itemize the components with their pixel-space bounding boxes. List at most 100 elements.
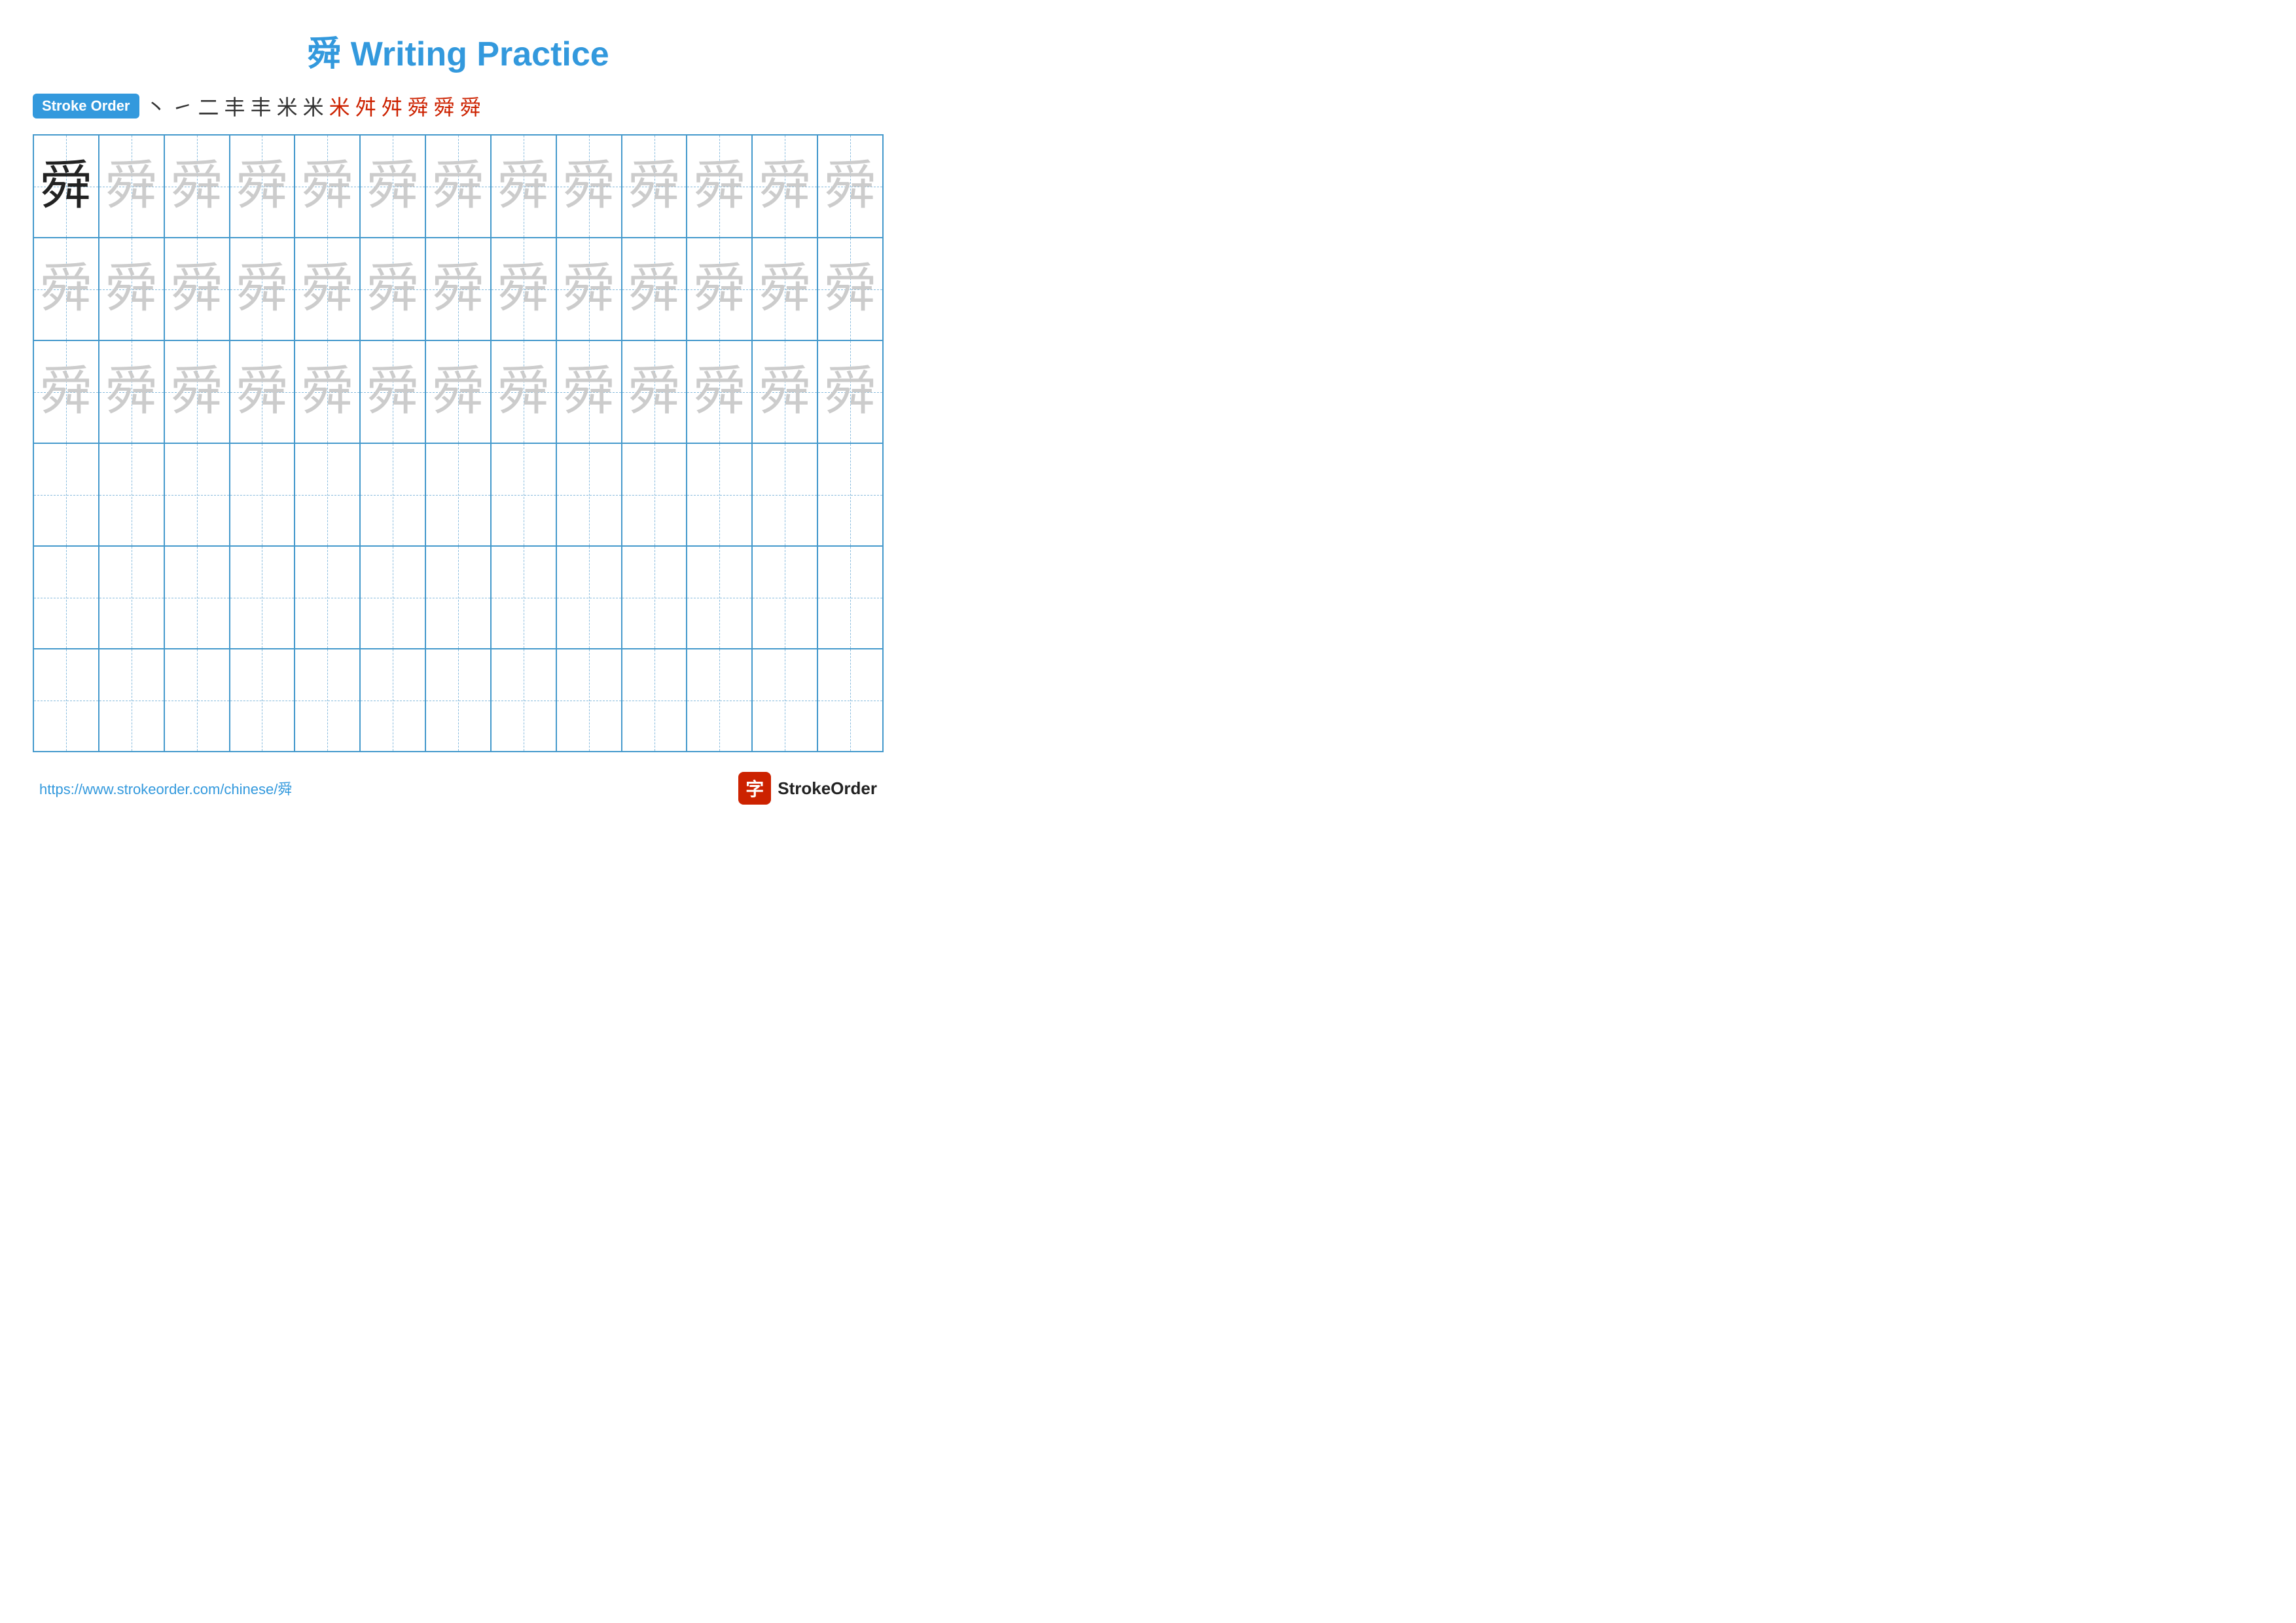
char-light: 舜 bbox=[171, 366, 223, 418]
stroke-4: 丰 bbox=[224, 91, 245, 121]
grid-cell-3-9[interactable]: 舜 bbox=[557, 341, 622, 443]
grid-cell-5-11[interactable] bbox=[687, 547, 753, 648]
stroke-2: ㇀ bbox=[172, 91, 193, 121]
grid-cell-6-4[interactable] bbox=[230, 649, 296, 751]
char-light: 舜 bbox=[563, 160, 615, 213]
grid-cell-1-1[interactable]: 舜 bbox=[34, 136, 99, 237]
stroke-1: 丶 bbox=[146, 91, 167, 121]
grid-cell-5-12[interactable] bbox=[753, 547, 818, 648]
grid-cell-3-1[interactable]: 舜 bbox=[34, 341, 99, 443]
grid-cell-4-8[interactable] bbox=[492, 444, 557, 545]
grid-cell-5-3[interactable] bbox=[165, 547, 230, 648]
grid-cell-4-9[interactable] bbox=[557, 444, 622, 545]
grid-cell-4-5[interactable] bbox=[295, 444, 361, 545]
grid-cell-6-1[interactable] bbox=[34, 649, 99, 751]
grid-cell-3-11[interactable]: 舜 bbox=[687, 341, 753, 443]
grid-cell-2-12[interactable]: 舜 bbox=[753, 238, 818, 340]
char-light: 舜 bbox=[628, 366, 681, 418]
grid-cell-4-3[interactable] bbox=[165, 444, 230, 545]
grid-cell-2-9[interactable]: 舜 bbox=[557, 238, 622, 340]
stroke-11: 舜 bbox=[408, 91, 429, 121]
grid-cell-3-8[interactable]: 舜 bbox=[492, 341, 557, 443]
grid-cell-2-13[interactable]: 舜 bbox=[818, 238, 882, 340]
grid-row-3: 舜 舜 舜 舜 舜 舜 舜 舜 舜 舜 舜 舜 舜 bbox=[34, 341, 882, 444]
grid-cell-1-5[interactable]: 舜 bbox=[295, 136, 361, 237]
brand-name: StrokeOrder bbox=[778, 778, 877, 799]
grid-cell-6-13[interactable] bbox=[818, 649, 882, 751]
grid-cell-5-9[interactable] bbox=[557, 547, 622, 648]
grid-cell-2-8[interactable]: 舜 bbox=[492, 238, 557, 340]
grid-cell-5-7[interactable] bbox=[426, 547, 492, 648]
grid-cell-6-10[interactable] bbox=[622, 649, 688, 751]
grid-cell-2-1[interactable]: 舜 bbox=[34, 238, 99, 340]
grid-cell-1-11[interactable]: 舜 bbox=[687, 136, 753, 237]
grid-cell-4-12[interactable] bbox=[753, 444, 818, 545]
grid-cell-1-9[interactable]: 舜 bbox=[557, 136, 622, 237]
grid-cell-5-5[interactable] bbox=[295, 547, 361, 648]
grid-cell-2-7[interactable]: 舜 bbox=[426, 238, 492, 340]
grid-cell-3-3[interactable]: 舜 bbox=[165, 341, 230, 443]
grid-cell-4-7[interactable] bbox=[426, 444, 492, 545]
grid-cell-4-1[interactable] bbox=[34, 444, 99, 545]
grid-cell-2-4[interactable]: 舜 bbox=[230, 238, 296, 340]
grid-cell-6-12[interactable] bbox=[753, 649, 818, 751]
grid-cell-4-6[interactable] bbox=[361, 444, 426, 545]
grid-cell-6-6[interactable] bbox=[361, 649, 426, 751]
char-light: 舜 bbox=[759, 263, 811, 316]
grid-cell-6-8[interactable] bbox=[492, 649, 557, 751]
grid-row-6 bbox=[34, 649, 882, 751]
grid-cell-2-6[interactable]: 舜 bbox=[361, 238, 426, 340]
grid-cell-1-10[interactable]: 舜 bbox=[622, 136, 688, 237]
grid-cell-6-2[interactable] bbox=[99, 649, 165, 751]
grid-cell-2-2[interactable]: 舜 bbox=[99, 238, 165, 340]
grid-cell-4-13[interactable] bbox=[818, 444, 882, 545]
grid-cell-1-12[interactable]: 舜 bbox=[753, 136, 818, 237]
grid-cell-2-10[interactable]: 舜 bbox=[622, 238, 688, 340]
grid-cell-1-2[interactable]: 舜 bbox=[99, 136, 165, 237]
char-light: 舜 bbox=[367, 263, 419, 316]
grid-cell-6-9[interactable] bbox=[557, 649, 622, 751]
char-light: 舜 bbox=[236, 160, 288, 213]
practice-grid: 舜 舜 舜 舜 舜 舜 舜 舜 舜 舜 舜 舜 舜 舜 舜 舜 舜 舜 舜 舜 … bbox=[33, 134, 884, 752]
grid-cell-4-11[interactable] bbox=[687, 444, 753, 545]
grid-cell-3-7[interactable]: 舜 bbox=[426, 341, 492, 443]
grid-cell-3-2[interactable]: 舜 bbox=[99, 341, 165, 443]
grid-cell-1-13[interactable]: 舜 bbox=[818, 136, 882, 237]
grid-cell-5-6[interactable] bbox=[361, 547, 426, 648]
grid-cell-5-8[interactable] bbox=[492, 547, 557, 648]
grid-cell-1-7[interactable]: 舜 bbox=[426, 136, 492, 237]
grid-cell-4-4[interactable] bbox=[230, 444, 296, 545]
grid-cell-5-2[interactable] bbox=[99, 547, 165, 648]
footer-url[interactable]: https://www.strokeorder.com/chinese/舜 bbox=[39, 778, 292, 799]
stroke-13: 舜 bbox=[460, 91, 481, 121]
grid-cell-5-10[interactable] bbox=[622, 547, 688, 648]
stroke-3: 二 bbox=[198, 91, 219, 121]
grid-cell-3-5[interactable]: 舜 bbox=[295, 341, 361, 443]
grid-cell-1-3[interactable]: 舜 bbox=[165, 136, 230, 237]
stroke-6: 米 bbox=[277, 91, 298, 121]
grid-cell-2-3[interactable]: 舜 bbox=[165, 238, 230, 340]
grid-cell-2-11[interactable]: 舜 bbox=[687, 238, 753, 340]
char-light: 舜 bbox=[105, 160, 158, 213]
grid-cell-6-3[interactable] bbox=[165, 649, 230, 751]
grid-cell-6-11[interactable] bbox=[687, 649, 753, 751]
footer-brand: 字 StrokeOrder bbox=[738, 772, 877, 805]
grid-cell-5-13[interactable] bbox=[818, 547, 882, 648]
grid-cell-5-1[interactable] bbox=[34, 547, 99, 648]
footer: https://www.strokeorder.com/chinese/舜 字 … bbox=[33, 772, 884, 805]
grid-cell-3-4[interactable]: 舜 bbox=[230, 341, 296, 443]
grid-cell-4-2[interactable] bbox=[99, 444, 165, 545]
grid-cell-6-7[interactable] bbox=[426, 649, 492, 751]
grid-cell-3-12[interactable]: 舜 bbox=[753, 341, 818, 443]
grid-cell-3-6[interactable]: 舜 bbox=[361, 341, 426, 443]
grid-cell-1-4[interactable]: 舜 bbox=[230, 136, 296, 237]
grid-cell-1-6[interactable]: 舜 bbox=[361, 136, 426, 237]
grid-cell-5-4[interactable] bbox=[230, 547, 296, 648]
grid-cell-4-10[interactable] bbox=[622, 444, 688, 545]
grid-cell-3-10[interactable]: 舜 bbox=[622, 341, 688, 443]
grid-cell-2-5[interactable]: 舜 bbox=[295, 238, 361, 340]
grid-cell-1-8[interactable]: 舜 bbox=[492, 136, 557, 237]
grid-cell-6-5[interactable] bbox=[295, 649, 361, 751]
grid-cell-3-13[interactable]: 舜 bbox=[818, 341, 882, 443]
char-light: 舜 bbox=[105, 366, 158, 418]
